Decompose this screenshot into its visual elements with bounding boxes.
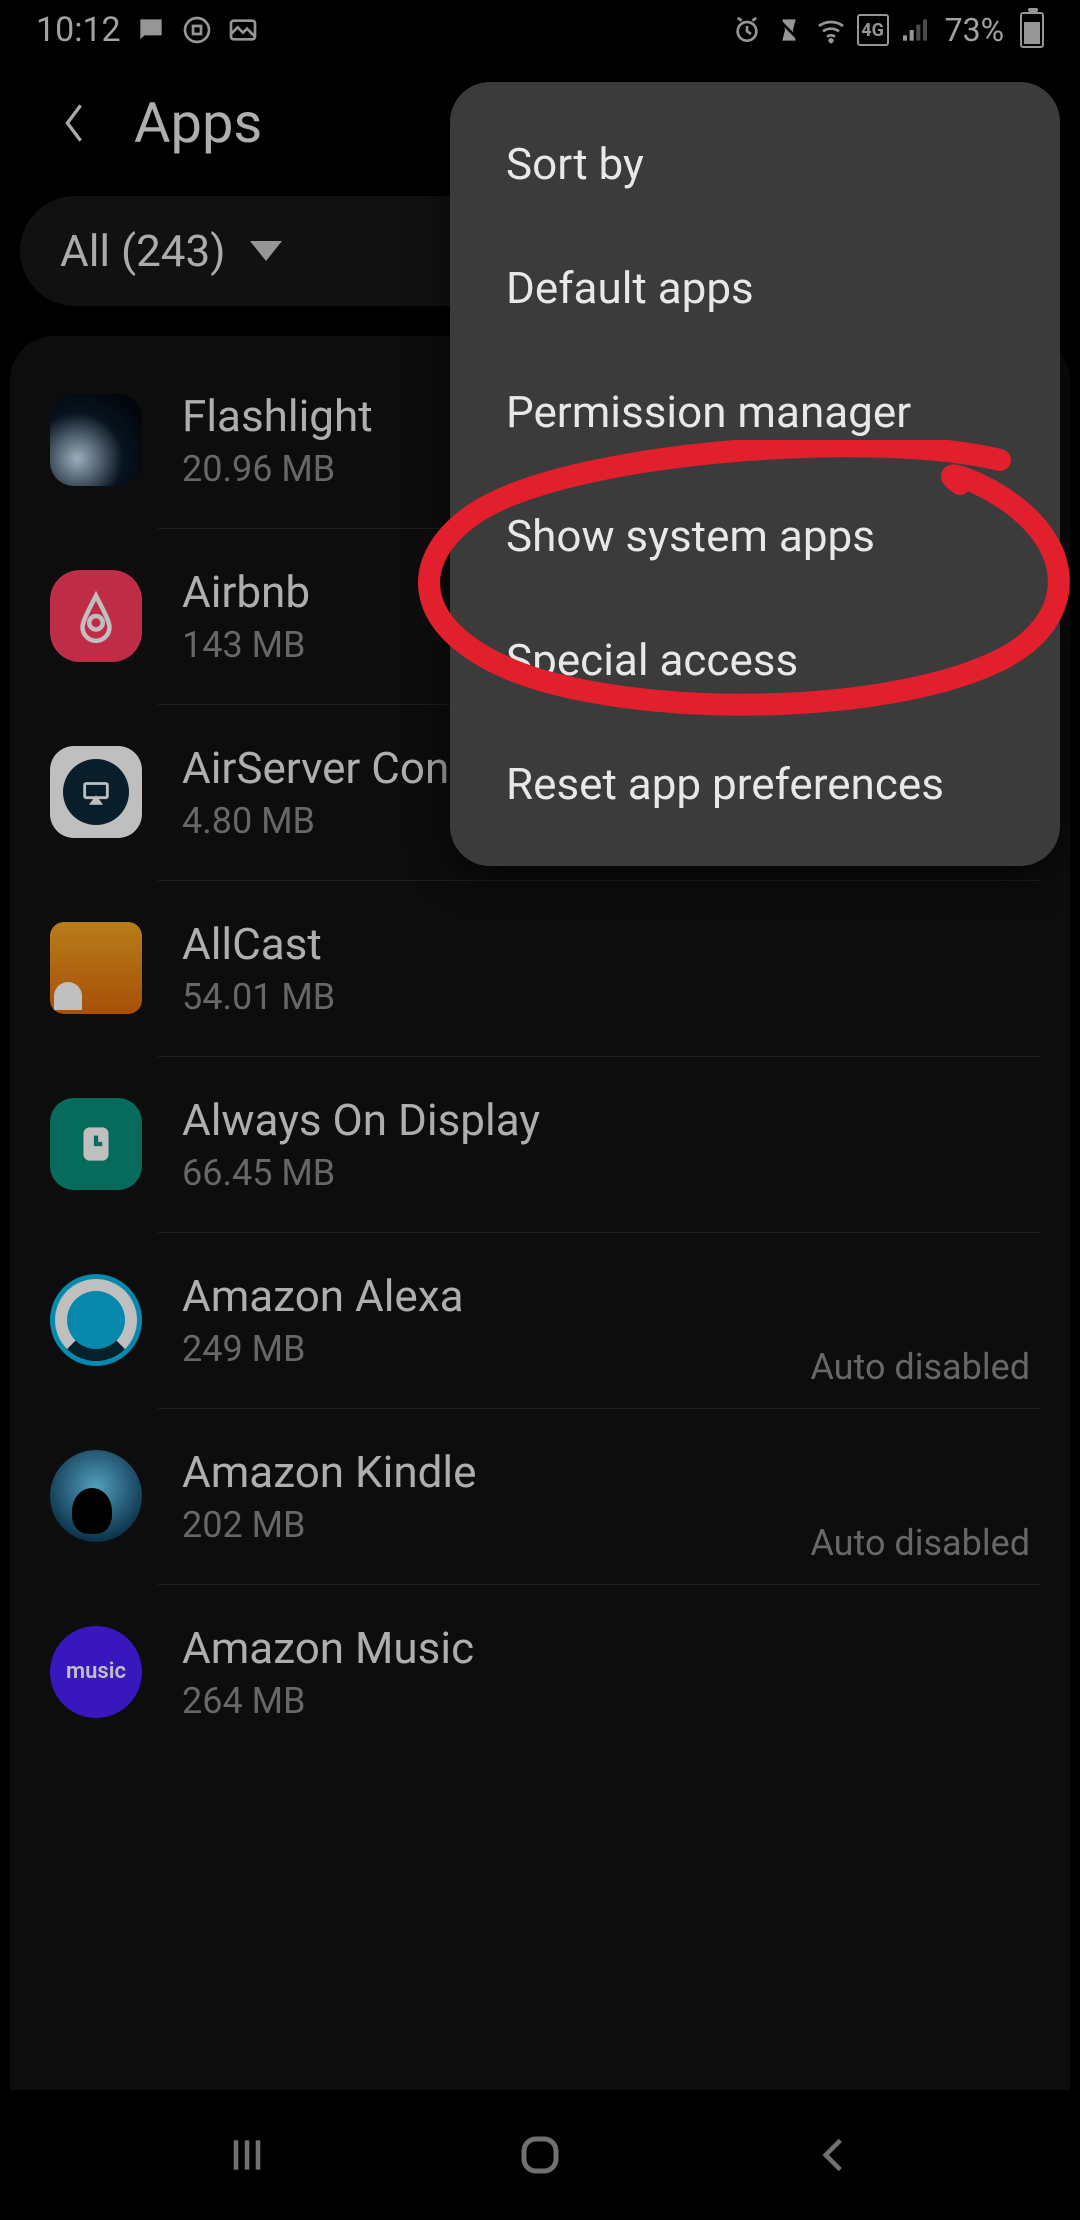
- app-size: 264 MB: [182, 1680, 1040, 1722]
- app-icon-flashlight: [50, 394, 142, 486]
- notification-chat-icon: [135, 14, 167, 46]
- menu-default-apps[interactable]: Default apps: [450, 226, 1060, 350]
- app-size: 54.01 MB: [182, 976, 1040, 1018]
- app-row-allcast[interactable]: AllCast 54.01 MB: [10, 880, 1070, 1056]
- app-name: Amazon Kindle: [182, 1446, 1040, 1498]
- app-icon-music: music: [50, 1626, 142, 1718]
- menu-special-access[interactable]: Special access: [450, 598, 1060, 722]
- app-icon-alexa: [50, 1274, 142, 1366]
- app-icon-airserver: [50, 746, 142, 838]
- app-icon-airbnb: [50, 570, 142, 662]
- chevron-down-icon: [250, 241, 282, 261]
- nav-bar: [0, 2090, 1080, 2220]
- app-status: Auto disabled: [810, 1346, 1030, 1388]
- app-icon-kindle: [50, 1450, 142, 1542]
- app-name: Always On Display: [182, 1094, 1040, 1146]
- app-row-alexa[interactable]: Amazon Alexa 249 MB Auto disabled: [10, 1232, 1070, 1408]
- app-row-kindle[interactable]: Amazon Kindle 202 MB Auto disabled: [10, 1408, 1070, 1584]
- menu-reset-app-preferences[interactable]: Reset app preferences: [450, 722, 1060, 846]
- app-size: 66.45 MB: [182, 1152, 1040, 1194]
- menu-sort-by[interactable]: Sort by: [450, 102, 1060, 226]
- back-button[interactable]: [54, 103, 94, 143]
- battery-icon: [1020, 12, 1044, 48]
- menu-show-system-apps[interactable]: Show system apps: [450, 474, 1060, 598]
- signal-icon: [899, 14, 931, 46]
- status-bar: 10:12 4G 73%: [0, 0, 1080, 60]
- app-icon-aod: [50, 1098, 142, 1190]
- nav-recents[interactable]: [217, 2125, 277, 2185]
- page-title: Apps: [134, 90, 262, 156]
- network-4g-icon: 4G: [857, 14, 889, 46]
- nav-back[interactable]: [803, 2125, 863, 2185]
- alarm-icon: [731, 14, 763, 46]
- battery-percent: 73%: [945, 11, 1004, 49]
- app-name: AllCast: [182, 918, 1040, 970]
- filter-label: All (243): [60, 225, 226, 277]
- wifi-icon: [815, 14, 847, 46]
- app-row-music[interactable]: music Amazon Music 264 MB: [10, 1584, 1070, 1760]
- status-time: 10:12: [36, 10, 121, 50]
- nav-home[interactable]: [510, 2125, 570, 2185]
- app-row-aod[interactable]: Always On Display 66.45 MB: [10, 1056, 1070, 1232]
- status-right: 4G 73%: [731, 11, 1044, 49]
- app-icon-allcast: [50, 922, 142, 1014]
- notification-app-icon: [181, 14, 213, 46]
- notification-image-icon: [227, 14, 259, 46]
- app-name: Amazon Music: [182, 1622, 1040, 1674]
- menu-permission-manager[interactable]: Permission manager: [450, 350, 1060, 474]
- app-name: Amazon Alexa: [182, 1270, 1040, 1322]
- overflow-menu: Sort by Default apps Permission manager …: [450, 82, 1060, 866]
- vibrate-icon: [773, 14, 805, 46]
- status-left: 10:12: [36, 10, 259, 50]
- app-status: Auto disabled: [810, 1522, 1030, 1564]
